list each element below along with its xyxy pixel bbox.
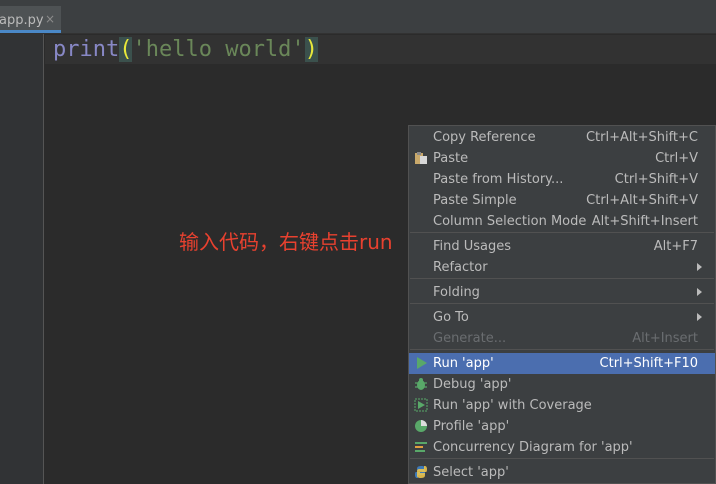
code-close-paren: ) [304, 37, 318, 62]
menu-separator [410, 349, 714, 350]
python-icon [415, 466, 427, 478]
menu-item-concurrency-diagram[interactable]: Concurrency Diagram for 'app' [409, 437, 715, 458]
menu-item-refactor[interactable]: Refactor [409, 257, 715, 278]
coverage-icon [414, 398, 428, 412]
menu-item-paste-from-history[interactable]: Paste from History... Ctrl+Shift+V [409, 169, 715, 190]
submenu-arrow-icon [697, 263, 702, 271]
code-line-1[interactable]: print('hello world') [53, 35, 318, 64]
menu-item-find-usages[interactable]: Find Usages Alt+F7 [409, 236, 715, 257]
submenu-arrow-icon [697, 288, 702, 296]
menu-item-folding[interactable]: Folding [409, 282, 715, 303]
profile-icon [415, 420, 427, 432]
menu-item-go-to[interactable]: Go To [409, 307, 715, 328]
run-icon [417, 357, 427, 369]
instruction-annotation: 输入代码，右键点击run [179, 230, 393, 254]
menu-separator [410, 458, 714, 459]
paste-icon [415, 152, 427, 164]
menu-item-profile-app[interactable]: Profile 'app' [409, 416, 715, 437]
code-open-paren: ( [119, 37, 133, 62]
tab-app-py[interactable]: app.py × [0, 6, 61, 33]
submenu-arrow-icon [697, 313, 702, 321]
menu-item-paste[interactable]: Paste Ctrl+V [409, 148, 715, 169]
menu-item-generate: Generate... Alt+Insert [433, 331, 698, 346]
menu-item-run-with-coverage[interactable]: Run 'app' with Coverage [409, 395, 715, 416]
close-icon[interactable]: × [45, 12, 55, 26]
code-function-token: print [53, 37, 120, 62]
menu-separator [410, 303, 714, 304]
menu-item-copy-reference[interactable]: Copy Reference Ctrl+Alt+Shift+C [409, 127, 715, 148]
concurrency-icon [415, 442, 427, 452]
code-string-token: 'hello world' [132, 37, 305, 62]
menu-item-column-selection-mode[interactable]: Column Selection Mode Alt+Shift+Insert [409, 211, 715, 232]
tab-label: app.py [0, 13, 44, 28]
line-number-gutter [0, 34, 44, 484]
menu-item-select-app[interactable]: Select 'app' [409, 462, 715, 483]
editor-tab-bar: app.py × [0, 0, 716, 34]
menu-item-paste-simple[interactable]: Paste Simple Ctrl+Alt+Shift+V [409, 190, 715, 211]
context-menu: Copy Reference Ctrl+Alt+Shift+C Paste Ct… [408, 125, 716, 484]
menu-item-run-app[interactable]: Run 'app' Ctrl+Shift+F10 [409, 353, 715, 374]
menu-item-debug-app[interactable]: Debug 'app' [409, 374, 715, 395]
menu-separator [410, 278, 714, 279]
debug-icon [415, 378, 427, 390]
menu-separator [410, 232, 714, 233]
